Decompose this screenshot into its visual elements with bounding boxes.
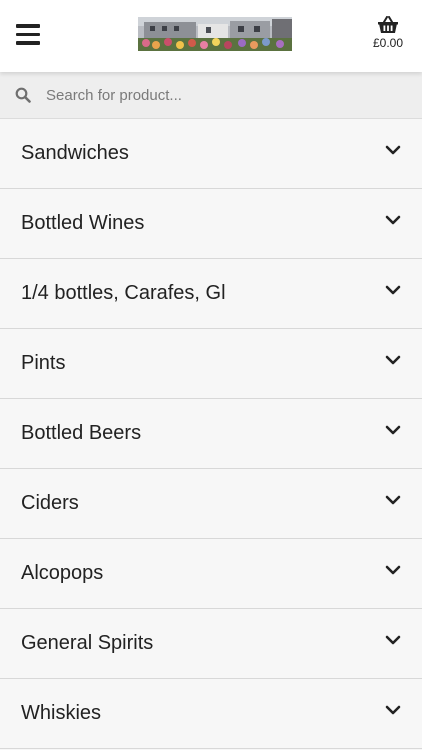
category-label: Bottled Beers: [21, 422, 142, 444]
chevron-down-icon: [385, 633, 401, 651]
category-list: Sandwiches Bottled Wines 1/4 bottles, Ca…: [0, 119, 422, 749]
category-label: Bottled Wines: [21, 212, 145, 234]
shopping-basket-icon: [368, 16, 408, 34]
category-item-ciders[interactable]: Ciders: [0, 469, 422, 539]
cart-total: £0.00: [372, 36, 404, 50]
category-label: Ciders: [21, 492, 79, 514]
chevron-down-icon: [385, 563, 401, 581]
cart-button[interactable]: £0.00: [368, 16, 408, 50]
category-label: Pints: [21, 352, 66, 374]
chevron-down-icon: [385, 423, 401, 441]
search-input[interactable]: [46, 80, 406, 110]
category-item-pints[interactable]: Pints: [0, 329, 422, 399]
chevron-down-icon: [385, 353, 401, 371]
category-item-general-spirits[interactable]: General Spirits: [0, 609, 422, 679]
category-item-sandwiches[interactable]: Sandwiches: [0, 119, 422, 189]
chevron-down-icon: [385, 213, 401, 231]
category-label: General Spirits: [21, 632, 154, 654]
hamburger-menu-icon[interactable]: [16, 24, 40, 46]
category-label: 1/4 bottles, Carafes, Gl: [21, 282, 226, 304]
category-label: Sandwiches: [21, 142, 129, 164]
app-header: £0.00: [0, 0, 422, 72]
category-item-whiskies[interactable]: Whiskies: [0, 679, 422, 749]
chevron-down-icon: [385, 493, 401, 511]
chevron-down-icon: [385, 143, 401, 161]
category-item-alcopops[interactable]: Alcopops: [0, 539, 422, 609]
search-icon: [15, 87, 31, 108]
search-bar: [0, 72, 422, 119]
category-item-quarter-bottles[interactable]: 1/4 bottles, Carafes, Gl: [0, 259, 422, 329]
category-label: Whiskies: [21, 702, 102, 724]
chevron-down-icon: [385, 703, 401, 721]
category-label: Alcopops: [21, 562, 104, 584]
chevron-down-icon: [385, 283, 401, 301]
venue-logo-image[interactable]: [138, 17, 292, 51]
category-item-bottled-wines[interactable]: Bottled Wines: [0, 189, 422, 259]
category-item-bottled-beers[interactable]: Bottled Beers: [0, 399, 422, 469]
